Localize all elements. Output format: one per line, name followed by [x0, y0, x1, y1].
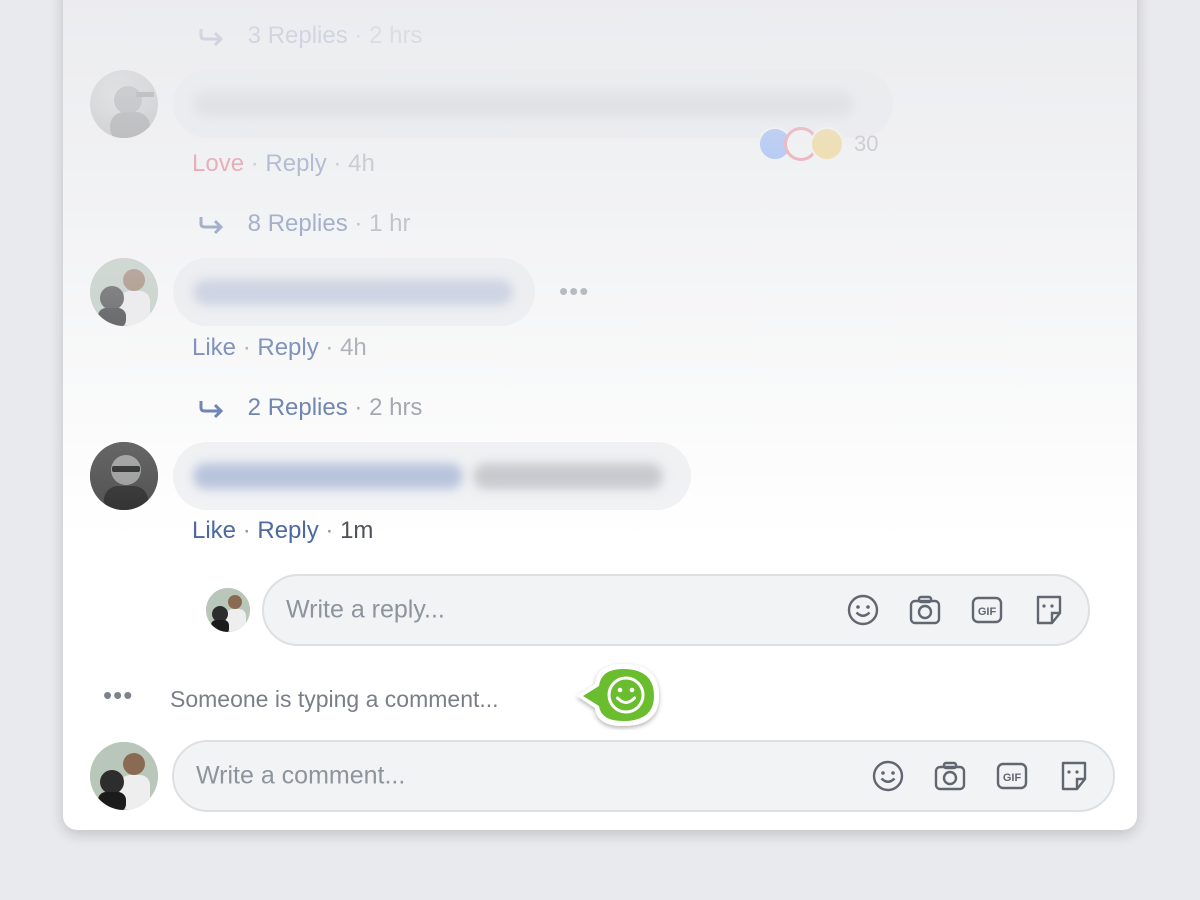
sticker-icon[interactable]: [1032, 593, 1066, 627]
avatar-photo: [90, 258, 158, 326]
love-action[interactable]: Love: [192, 150, 244, 177]
reply-arrow-icon: [199, 28, 224, 46]
comment-time: 4h: [348, 150, 375, 177]
commenter-avatar[interactable]: [90, 70, 158, 138]
comment-actions: Like · Reply · 1m: [192, 517, 374, 544]
comment-bubble: [173, 258, 535, 326]
current-user-avatar: [90, 742, 158, 810]
reply-action[interactable]: Reply: [257, 334, 318, 361]
reaction-count: 30: [854, 131, 879, 156]
haha-reaction-icon: [810, 127, 844, 161]
reply-action[interactable]: Reply: [257, 517, 318, 544]
reply-input[interactable]: Write a reply... GIF: [262, 574, 1090, 646]
comment-input-icons: GIF: [871, 759, 1091, 793]
current-user-avatar: [206, 588, 250, 632]
sticker-icon[interactable]: [1057, 759, 1091, 793]
smiley-callout-badge-icon: [577, 664, 659, 726]
comment-input[interactable]: Write a comment... GIF: [172, 740, 1115, 812]
replies-count: 2 Replies: [247, 394, 348, 421]
reply-input-icons: GIF: [846, 593, 1066, 627]
typing-dots-icon: •••: [103, 680, 134, 710]
comment-actions: Love · Reply · 4h: [192, 150, 375, 177]
blurred-comment-text: [193, 91, 853, 117]
avatar-photo: [206, 588, 250, 632]
comment-time: 4h: [340, 334, 367, 361]
view-replies-link[interactable]: 8 Replies · 1 hr: [199, 210, 410, 238]
view-replies-link[interactable]: 3 Replies · 2 hrs: [199, 22, 422, 50]
more-options-icon[interactable]: •••: [559, 276, 589, 307]
emoji-icon[interactable]: [846, 593, 880, 627]
comment-time: 1m: [340, 517, 374, 544]
reply-arrow-icon: [199, 216, 224, 234]
avatar-photo: [90, 742, 158, 810]
comment-bubble: [173, 442, 691, 510]
gif-icon[interactable]: GIF: [995, 759, 1029, 793]
camera-icon[interactable]: [933, 759, 967, 793]
commenter-avatar[interactable]: [90, 258, 158, 326]
gif-icon[interactable]: GIF: [970, 593, 1004, 627]
camera-icon[interactable]: [908, 593, 942, 627]
like-action[interactable]: Like: [192, 334, 236, 361]
blurred-author-name: [193, 463, 463, 489]
emoji-icon[interactable]: [871, 759, 905, 793]
reaction-summary[interactable]: 30: [758, 127, 878, 161]
commenter-avatar[interactable]: [90, 442, 158, 510]
blurred-comment-text: [193, 279, 513, 305]
typing-indicator-text: Someone is typing a comment...: [170, 686, 499, 712]
like-action[interactable]: Like: [192, 517, 236, 544]
replies-count: 8 Replies: [247, 210, 348, 237]
comment-placeholder: Write a comment...: [196, 761, 406, 790]
reply-arrow-icon: [199, 400, 224, 418]
blurred-comment-text: [473, 463, 663, 489]
comment-actions: Like · Reply · 4h: [192, 334, 367, 361]
avatar-photo: [110, 86, 154, 138]
avatar-photo: [90, 442, 158, 510]
replies-count: 3 Replies: [247, 22, 348, 49]
svg-text:GIF: GIF: [978, 606, 997, 618]
reply-placeholder: Write a reply...: [286, 595, 445, 624]
view-replies-link[interactable]: 2 Replies · 2 hrs: [199, 394, 422, 422]
reply-action[interactable]: Reply: [265, 150, 326, 177]
svg-text:GIF: GIF: [1003, 772, 1022, 784]
